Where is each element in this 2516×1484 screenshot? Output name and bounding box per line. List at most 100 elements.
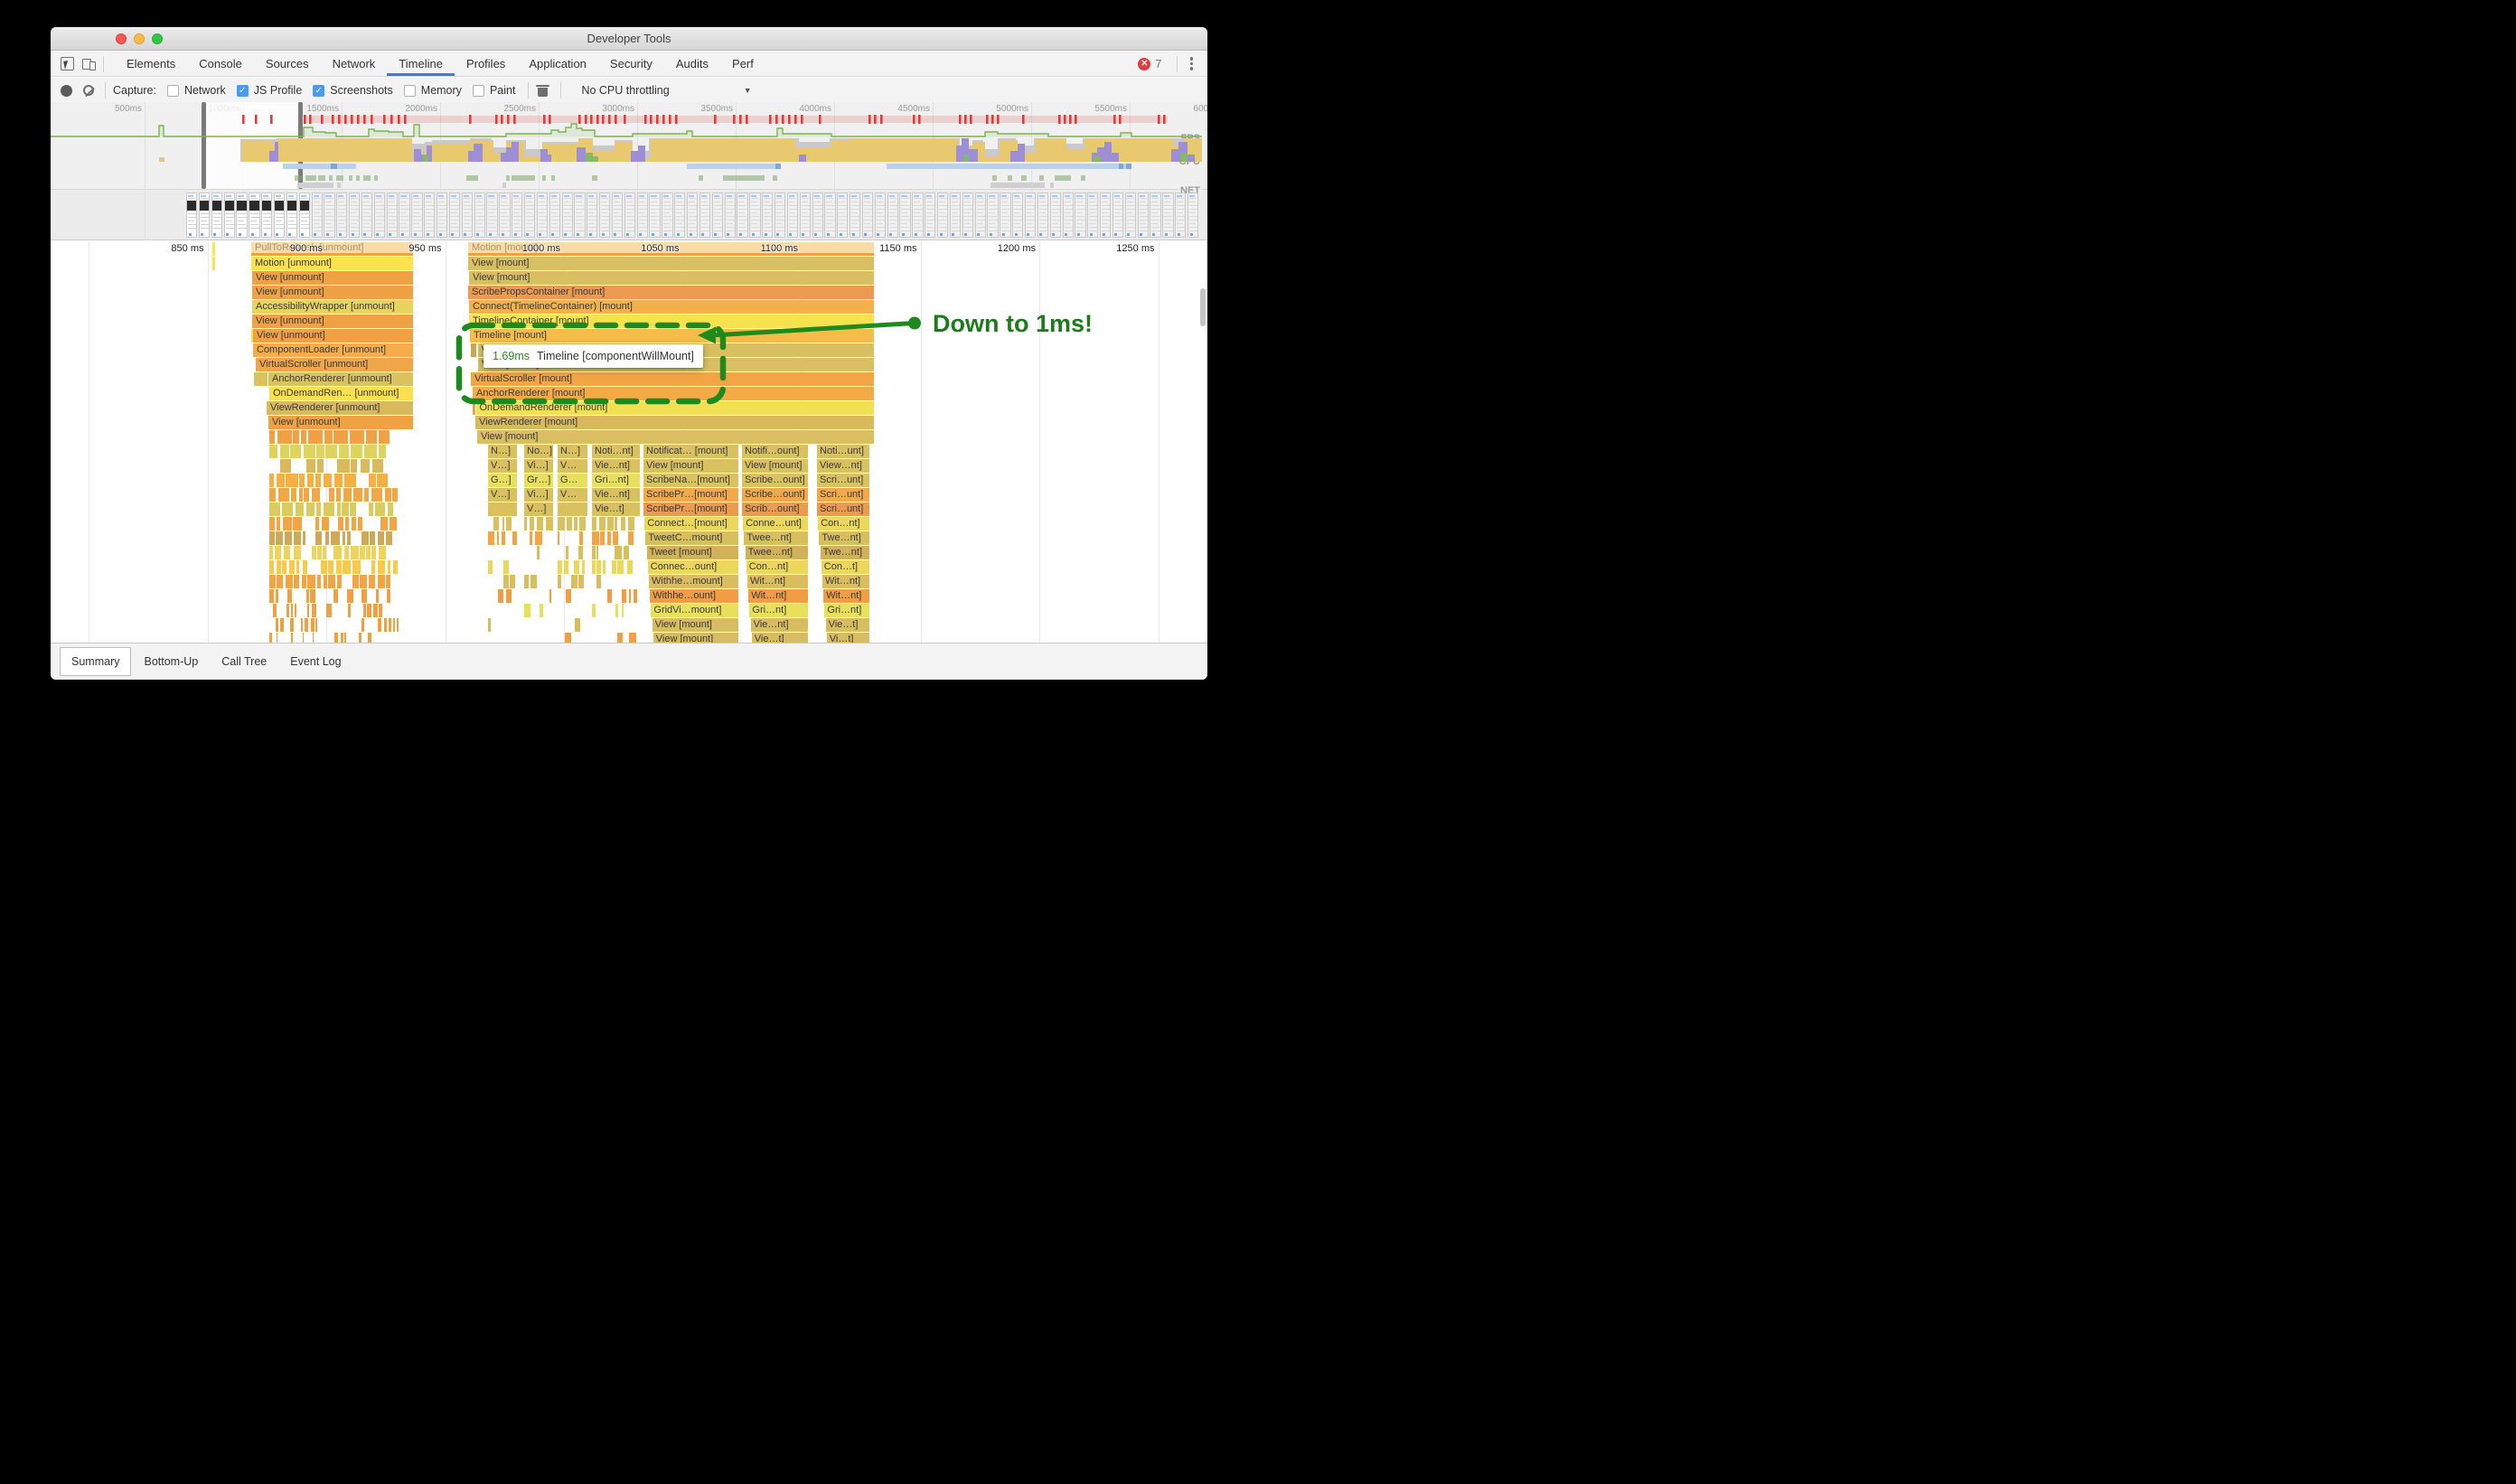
mosaic-block[interactable]: [347, 589, 352, 603]
flame-cell[interactable]: Notifi…ount]: [742, 445, 808, 458]
mosaic-block[interactable]: [377, 474, 388, 487]
flame-cell[interactable]: Vie…nt]: [592, 459, 640, 473]
mosaic-block[interactable]: [524, 517, 527, 531]
flame-cell[interactable]: Vi…]: [524, 459, 553, 473]
filmstrip-thumbnail[interactable]: [850, 193, 860, 238]
mosaic-block[interactable]: [352, 560, 361, 574]
mosaic-block[interactable]: [574, 560, 579, 574]
device-toolbar-icon[interactable]: [82, 57, 96, 70]
mosaic-block[interactable]: [305, 618, 308, 632]
title-bar[interactable]: Developer Tools: [51, 27, 1207, 51]
flame-cell[interactable]: Wit…nt]: [823, 589, 869, 603]
filmstrip-thumbnail[interactable]: [387, 193, 398, 238]
flame-cell[interactable]: ScribeNa…[mount]: [643, 474, 738, 487]
selection-handle-left[interactable]: [202, 102, 206, 189]
mosaic-block[interactable]: [369, 575, 375, 588]
filmstrip-thumbnail[interactable]: [211, 193, 222, 238]
mosaic-block[interactable]: [311, 618, 314, 632]
flame-cell[interactable]: Vie…t]: [752, 633, 808, 643]
mosaic-block[interactable]: [341, 633, 343, 643]
mosaic-block[interactable]: [317, 546, 321, 559]
flame-cell[interactable]: V…: [558, 459, 587, 473]
mosaic-block[interactable]: [372, 459, 383, 473]
flame-bar-mount[interactable]: AnchorRenderer [mount]: [473, 387, 874, 400]
flame-block[interactable]: [212, 257, 215, 270]
mosaic-block[interactable]: [315, 474, 321, 487]
flame-bar-mount[interactable]: Timeline [mount]: [470, 329, 874, 343]
mosaic-block[interactable]: [334, 633, 338, 643]
mosaic-block[interactable]: [325, 445, 337, 458]
flame-cell[interactable]: Con…t]: [821, 560, 869, 574]
filmstrip-thumbnail[interactable]: [662, 193, 672, 238]
checkbox-label[interactable]: Screenshots: [330, 84, 392, 97]
filmstrip-thumbnail[interactable]: [549, 193, 560, 238]
mosaic-block[interactable]: [546, 517, 553, 531]
cpu-throttling-select[interactable]: No CPU throttling: [581, 84, 669, 97]
mosaic-block[interactable]: [282, 502, 293, 516]
mosaic-block[interactable]: [549, 589, 552, 603]
flame-bar-unmount[interactable]: View [unmount]: [252, 315, 413, 328]
mosaic-block[interactable]: [566, 589, 572, 603]
flame-cell[interactable]: Noti…unt]: [817, 445, 869, 458]
filmstrip-thumbnail[interactable]: [1100, 193, 1111, 238]
flame-cell[interactable]: V…]: [488, 488, 517, 502]
flame-cell[interactable]: Con…nt]: [818, 517, 869, 531]
trash-icon[interactable]: [538, 85, 548, 97]
filmstrip-thumbnail[interactable]: [950, 193, 961, 238]
mosaic-block[interactable]: [629, 633, 636, 643]
tab-perf[interactable]: Perf: [720, 52, 765, 76]
mosaic-block[interactable]: [312, 546, 316, 559]
mosaic-block[interactable]: [347, 531, 351, 545]
mosaic-block[interactable]: [291, 488, 297, 502]
details-tab-summary[interactable]: Summary: [60, 647, 131, 676]
filmstrip-thumbnail[interactable]: [299, 193, 310, 238]
mosaic-block[interactable]: [373, 604, 378, 617]
mosaic-block[interactable]: [558, 575, 561, 588]
mosaic-block[interactable]: [307, 575, 315, 588]
flame-bar-unmount[interactable]: VirtualScroller [unmount]: [256, 358, 413, 371]
mosaic-block[interactable]: [295, 604, 296, 617]
mosaic-block[interactable]: [294, 531, 301, 545]
filmstrip-thumbnail[interactable]: [1087, 193, 1098, 238]
flame-cell[interactable]: Scribe…ount]: [742, 488, 808, 502]
filmstrip-thumbnail[interactable]: [1025, 193, 1036, 238]
mosaic-block[interactable]: [488, 560, 493, 574]
tab-audits[interactable]: Audits: [664, 52, 720, 76]
mosaic-block[interactable]: [361, 531, 370, 545]
checkbox-label[interactable]: Network: [184, 84, 226, 97]
mosaic-block[interactable]: [333, 430, 348, 444]
mosaic-block[interactable]: [290, 618, 294, 632]
filmstrip-thumbnail[interactable]: [1037, 193, 1048, 238]
mosaic-block[interactable]: [308, 430, 323, 444]
flame-bar-unmount[interactable]: ViewRenderer [unmount]: [267, 401, 413, 415]
flame-cell[interactable]: Con…nt]: [746, 560, 808, 574]
flame-cell[interactable]: [558, 502, 587, 516]
mosaic-block[interactable]: [596, 546, 598, 559]
mosaic-block[interactable]: [306, 502, 314, 516]
mosaic-block[interactable]: [628, 517, 634, 531]
mosaic-block[interactable]: [380, 517, 388, 531]
mosaic-block[interactable]: [286, 474, 297, 487]
filmstrip-thumbnail[interactable]: [249, 193, 259, 238]
flame-cell[interactable]: Twee…nt]: [746, 546, 808, 559]
flame-block[interactable]: [471, 343, 476, 357]
mosaic-block[interactable]: [389, 618, 391, 632]
flame-cell[interactable]: Wit…nt]: [822, 575, 869, 588]
mosaic-block[interactable]: [269, 502, 280, 516]
filmstrip-thumbnail[interactable]: [349, 193, 360, 238]
flame-bar-mount[interactable]: VirtualScroller [mount]: [471, 372, 874, 386]
mosaic-block[interactable]: [379, 430, 390, 444]
mosaic-block[interactable]: [278, 488, 290, 502]
mosaic-block[interactable]: [367, 604, 371, 617]
mosaic-block[interactable]: [360, 575, 367, 588]
mosaic-block[interactable]: [303, 560, 308, 574]
details-tab-bottom-up[interactable]: Bottom-Up: [133, 648, 209, 675]
mosaic-block[interactable]: [506, 589, 512, 603]
mosaic-block[interactable]: [524, 604, 530, 617]
mosaic-block[interactable]: [370, 531, 375, 545]
mosaic-block[interactable]: [615, 517, 616, 531]
mosaic-block[interactable]: [579, 531, 583, 545]
mosaic-block[interactable]: [333, 589, 339, 603]
flame-bar-unmount[interactable]: AccessibilityWrapper [unmount]: [252, 300, 413, 314]
mosaic-block[interactable]: [567, 517, 572, 531]
